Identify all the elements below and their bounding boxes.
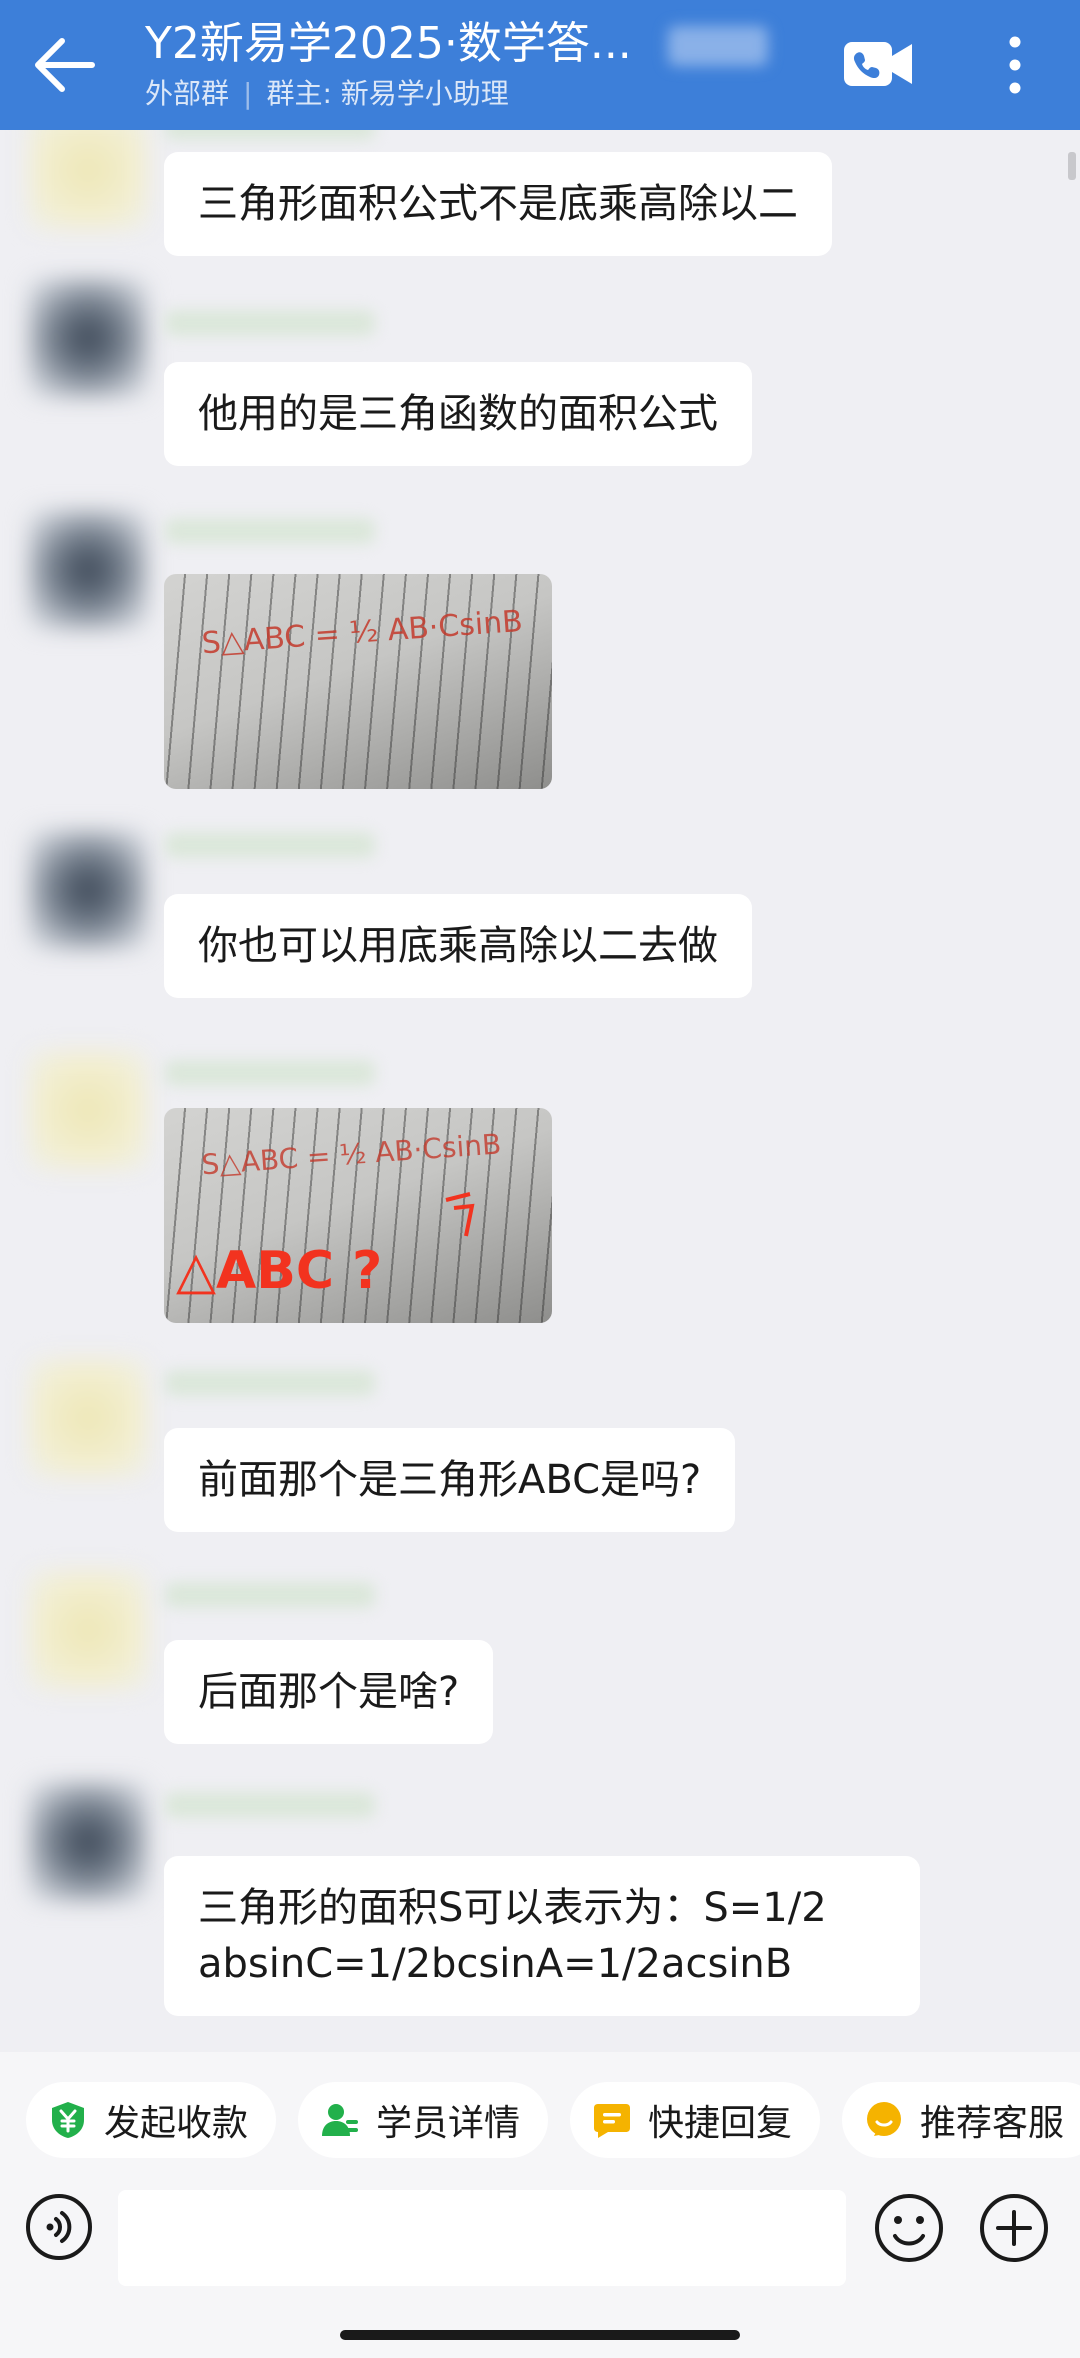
video-call-icon[interactable] (842, 36, 914, 92)
message-bubble[interactable]: 后面那个是啥? (164, 1640, 494, 1744)
message-bubble[interactable]: 三角形面积公式不是底乘高除以二 (164, 152, 832, 256)
sender-name-redacted (165, 130, 375, 140)
sender-name-redacted (165, 1060, 375, 1086)
quick-reply-icon (594, 2104, 630, 2138)
message-input[interactable] (118, 2190, 846, 2286)
yen-shield-icon (52, 2102, 84, 2138)
recommend-service-button[interactable]: 推荐客服 (842, 2082, 1080, 2158)
handwriting-annotated: S△ABC = ½ AB·CsinB △ABC ? (176, 1127, 502, 1301)
handwriting-formula: S△ABC = ½ AB·CsinB (201, 604, 524, 661)
group-owner-label: 群主: 新易学小助理 (266, 77, 509, 110)
scrollbar-thumb[interactable] (1068, 152, 1076, 180)
image-message[interactable]: S△ABC = ½ AB·CsinB △ABC ? (164, 1108, 552, 1323)
handwriting-text: S△ABC = ½ AB·CsinB (201, 604, 524, 661)
bottom-panel: 发起收款 学员详情 快捷回复 推荐客服 (0, 2052, 1080, 2358)
message-line: absinC=1/2bcsinA=1/2acsinB (198, 1941, 793, 1987)
message-list[interactable]: 三角形面积公式不是底乘高除以二 他用的是三角函数的面积公式 S△ABC = ½ … (0, 130, 1080, 2050)
chip-label: 推荐客服 (920, 2103, 1065, 2144)
message-bubble[interactable]: 他用的是三角函数的面积公式 (164, 362, 752, 466)
sender-avatar[interactable] (28, 1050, 148, 1170)
sender-avatar[interactable] (28, 1570, 148, 1690)
sender-name-redacted (165, 1582, 375, 1608)
more-vertical-icon[interactable] (998, 30, 1032, 100)
sender-name-redacted (165, 1792, 375, 1818)
user-card-icon (322, 2104, 358, 2136)
voice-icon[interactable] (24, 2192, 94, 2262)
message-bubble[interactable]: 前面那个是三角形ABC是吗? (164, 1428, 736, 1532)
sender-avatar[interactable] (28, 1358, 148, 1478)
chip-label: 快捷回复 (648, 2103, 793, 2144)
message-bubble[interactable]: 三角形的面积S可以表示为：S=1/2 absinC=1/2bcsinA=1/2a… (164, 1856, 920, 2016)
red-annotation: △ABC ? (176, 1241, 382, 1301)
group-subtitle: 外部群 | 群主: 新易学小助理 (145, 76, 509, 112)
redacted-title-fragment (668, 26, 768, 66)
sender-avatar[interactable] (28, 510, 148, 630)
chip-label: 发起收款 (104, 2103, 249, 2144)
collect-payment-button[interactable]: 发起收款 (26, 2082, 276, 2158)
external-group-label: 外部群 (145, 77, 230, 110)
group-title[interactable]: Y2新易学2025·数学答... (145, 16, 632, 72)
service-chat-icon (867, 2102, 901, 2136)
back-arrow-icon[interactable] (30, 34, 100, 96)
sender-avatar[interactable] (28, 130, 148, 230)
sender-avatar[interactable] (28, 830, 148, 950)
handwriting-text: S△ABC = ½ AB·CsinB (200, 1127, 502, 1181)
sender-avatar[interactable] (28, 278, 148, 398)
chat-header: Y2新易学2025·数学答... 外部群 | 群主: 新易学小助理 (0, 0, 1080, 130)
message-bubble[interactable]: 你也可以用底乘高除以二去做 (164, 894, 752, 998)
sender-avatar[interactable] (28, 1782, 148, 1902)
sender-name-redacted (165, 518, 375, 544)
sender-name-redacted (165, 832, 375, 858)
chip-label: 学员详情 (376, 2103, 521, 2144)
sender-name-redacted (165, 310, 375, 336)
quick-reply-button[interactable]: 快捷回复 (570, 2082, 820, 2158)
message-line: 三角形的面积S可以表示为：S=1/2 (198, 1885, 827, 1931)
image-message[interactable]: S△ABC = ½ AB·CsinB (164, 574, 552, 789)
student-details-button[interactable]: 学员详情 (298, 2082, 548, 2158)
emoji-icon[interactable] (873, 2192, 945, 2264)
plus-icon[interactable] (978, 2192, 1050, 2264)
sender-name-redacted (165, 1370, 375, 1396)
subtitle-separator: | (243, 77, 253, 110)
home-indicator[interactable] (340, 2330, 740, 2340)
